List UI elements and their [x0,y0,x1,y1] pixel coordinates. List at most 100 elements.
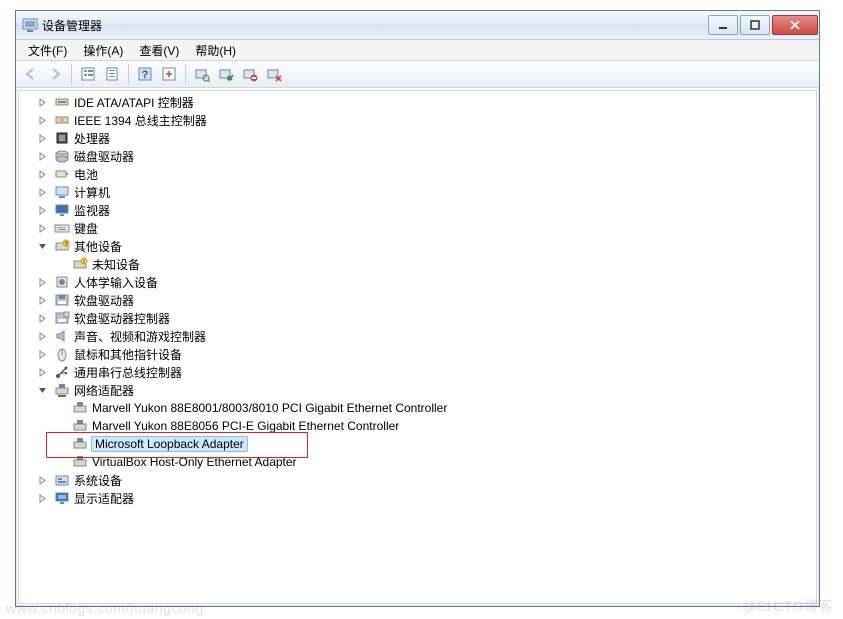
toolbar-separator [128,64,129,84]
computer-icon [54,184,70,200]
hid-icon [54,274,70,290]
nic-icon [72,418,88,434]
expand-icon[interactable] [37,331,48,342]
menu-file[interactable]: 文件(F) [20,40,75,61]
toolbar-properties-button[interactable] [101,63,123,85]
network-icon [54,382,70,398]
toolbar-back-button[interactable] [20,63,42,85]
toolbar-enable-button[interactable] [215,63,237,85]
keyboard-icon [54,220,70,236]
nic-icon [72,400,88,416]
tree-item-label: 系统设备 [74,472,122,489]
app-icon [22,17,38,33]
expand-icon[interactable] [37,313,48,324]
toolbar-forward-button[interactable] [44,63,66,85]
expand-icon[interactable] [37,205,48,216]
menubar: 文件(F) 操作(A) 查看(V) 帮助(H) [16,40,819,61]
tree-item[interactable]: Marvell Yukon 88E8056 PCI-E Gigabit Ethe… [53,417,816,435]
expand-icon[interactable] [37,97,48,108]
nic-icon [72,436,88,452]
titlebar: 设备管理器 [16,11,819,40]
tree-item[interactable]: 通用串行总线控制器 [35,363,816,381]
tree-item[interactable]: 软盘驱动器 [35,291,816,309]
tree-item[interactable]: 声音、视频和游戏控制器 [35,327,816,345]
tree-item[interactable]: 网络适配器 [35,381,816,399]
expand-icon[interactable] [37,295,48,306]
toolbar-help-button[interactable]: ? [134,63,156,85]
tree-item-label: 电池 [74,166,98,183]
expand-icon[interactable] [37,223,48,234]
collapse-icon[interactable] [37,385,48,396]
tree-item[interactable]: !未知设备 [53,255,816,273]
tree-panel[interactable]: IDE ATA/ATAPI 控制器IEEE 1394 总线主控制器处理器磁盘驱动… [18,90,817,604]
tree-item-label: Marvell Yukon 88E8056 PCI-E Gigabit Ethe… [92,419,399,433]
expand-icon[interactable] [37,277,48,288]
tree-item[interactable]: 显示适配器 [35,489,816,507]
menu-view[interactable]: 查看(V) [131,40,187,61]
tree-item-label: 监视器 [74,202,110,219]
expand-icon[interactable] [37,115,48,126]
toolbar-scan-button[interactable] [191,63,213,85]
tree-item[interactable]: 键盘 [35,219,816,237]
tree-item-label: 计算机 [74,184,110,201]
tree-item-label: 键盘 [74,220,98,237]
battery-icon [54,166,70,182]
device-manager-window: 设备管理器 文件(F) 操作(A) 查看(V) 帮助(H) ? IDE ATA/… [15,10,820,607]
tree-item[interactable]: 电池 [35,165,816,183]
tree-item[interactable]: IEEE 1394 总线主控制器 [35,111,816,129]
tree-item-label: Microsoft Loopback Adapter [91,436,248,452]
tree-item[interactable]: Marvell Yukon 88E8001/8003/8010 PCI Giga… [53,399,816,417]
window-buttons [707,15,819,35]
expand-icon[interactable] [37,475,48,486]
tree-item[interactable]: 处理器 [35,129,816,147]
watermark-left: www.cnblogs.com/huangcong [6,600,204,616]
tree-item-label: 未知设备 [92,256,140,273]
tree-item-label: Marvell Yukon 88E8001/8003/8010 PCI Giga… [92,401,447,415]
tree-item[interactable]: 系统设备 [35,471,816,489]
tree-item-label: 网络适配器 [74,382,134,399]
maximize-button[interactable] [740,15,770,35]
floppyctl-icon [54,310,70,326]
tree-item-label: 显示适配器 [74,490,134,507]
sound-icon [54,328,70,344]
toolbar-uninstall-button[interactable] [263,63,285,85]
usb-icon [54,364,70,380]
tree-item[interactable]: 鼠标和其他指针设备 [35,345,816,363]
toolbar-tree-button[interactable] [77,63,99,85]
toolbar-separator [185,64,186,84]
monitor-icon [54,202,70,218]
expand-icon[interactable] [37,187,48,198]
tree-item[interactable]: IDE ATA/ATAPI 控制器 [35,93,816,111]
expand-icon[interactable] [37,133,48,144]
tree-item[interactable]: 监视器 [35,201,816,219]
menu-action[interactable]: 操作(A) [75,40,131,61]
tree-item-label: 磁盘驱动器 [74,148,134,165]
tree-item[interactable]: Microsoft Loopback Adapter [53,435,816,453]
collapse-icon[interactable] [37,241,48,252]
expand-icon[interactable] [37,493,48,504]
tree-item-label: 软盘驱动器 [74,292,134,309]
tree-item[interactable]: 软盘驱动器控制器 [35,309,816,327]
floppy-icon [54,292,70,308]
expand-icon[interactable] [37,169,48,180]
tree-item[interactable]: VirtualBox Host-Only Ethernet Adapter [53,453,816,471]
minimize-button[interactable] [708,15,738,35]
expand-icon[interactable] [37,367,48,378]
window-title: 设备管理器 [42,17,707,34]
toolbar-disable-button[interactable] [239,63,261,85]
tree-item-label: IEEE 1394 总线主控制器 [74,112,207,129]
expand-icon[interactable] [37,151,48,162]
tree-item[interactable]: 人体学输入设备 [35,273,816,291]
display-icon [54,490,70,506]
tree-item[interactable]: ?其他设备 [35,237,816,255]
tree-item-label: 处理器 [74,130,110,147]
tree-item-label: 软盘驱动器控制器 [74,310,170,327]
tree-item[interactable]: 磁盘驱动器 [35,147,816,165]
tree-item[interactable]: 计算机 [35,183,816,201]
toolbar-action-button[interactable] [158,63,180,85]
tree-item-label: VirtualBox Host-Only Ethernet Adapter [92,455,297,469]
expand-icon[interactable] [37,349,48,360]
menu-help[interactable]: 帮助(H) [187,40,244,61]
mouse-icon [54,346,70,362]
close-button[interactable] [772,15,818,35]
